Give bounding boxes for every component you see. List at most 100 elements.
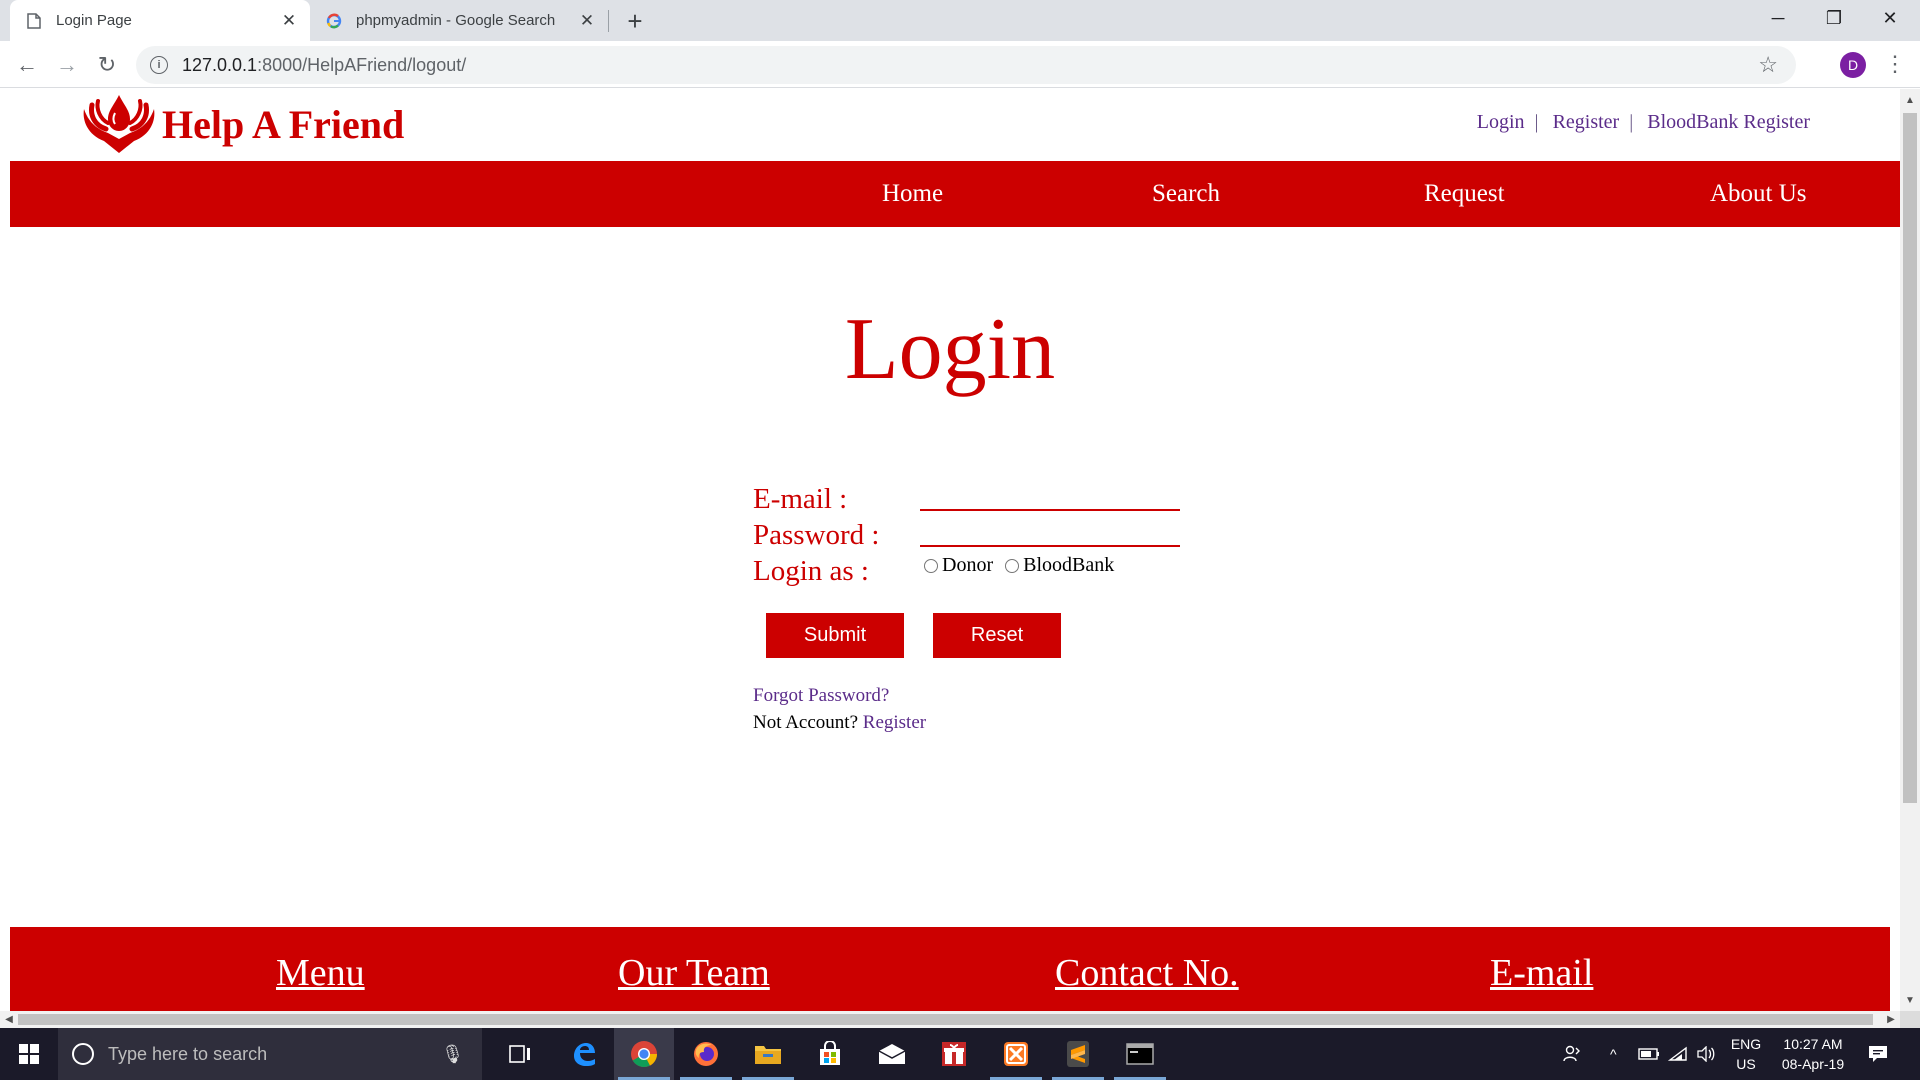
reset-button[interactable]: Reset: [933, 613, 1061, 658]
donor-radio-label: Donor: [942, 554, 994, 576]
scroll-thumb[interactable]: [1903, 113, 1917, 803]
vertical-scrollbar[interactable]: ▲ ▼: [1900, 89, 1920, 1011]
battery-icon[interactable]: [1638, 1028, 1660, 1080]
scrollbar-corner: [1900, 1011, 1920, 1028]
system-clock[interactable]: 10:27 AM 08-Apr-19: [1768, 1034, 1858, 1074]
tab-title: Login Page: [56, 12, 132, 29]
scroll-thumb[interactable]: [18, 1014, 1873, 1025]
tab-strip: Login Page ✕ phpmyadmin - Google Search …: [0, 0, 1920, 41]
task-view-icon[interactable]: [490, 1028, 550, 1080]
no-account-line: Not Account? Register: [753, 712, 926, 734]
bloodbank-radio[interactable]: [1005, 558, 1020, 573]
top-links: Login | Register | BloodBank Register: [1477, 111, 1810, 134]
footer-menu[interactable]: Menu: [276, 951, 365, 995]
new-tab-icon[interactable]: +: [620, 6, 650, 36]
back-icon[interactable]: ←: [10, 48, 44, 82]
site-footer: Menu Our Team Contact No. E-mail: [10, 927, 1890, 1011]
site-info-icon[interactable]: i: [150, 56, 168, 74]
taskbar-search[interactable]: Type here to search 🎙: [58, 1028, 482, 1080]
blood-drop-hands-icon: [83, 95, 155, 153]
link-separator: |: [1629, 111, 1634, 133]
password-label: Password :: [753, 519, 880, 551]
taskbar-search-placeholder: Type here to search: [108, 1043, 268, 1064]
login-role-group: Donor BloodBank: [924, 554, 1126, 577]
close-window-icon[interactable]: ✕: [1862, 0, 1918, 36]
link-separator: |: [1534, 111, 1539, 133]
email-field[interactable]: [920, 481, 1180, 511]
volume-icon[interactable]: [1696, 1028, 1716, 1080]
email-label: E-mail :: [753, 483, 848, 515]
url-host: 127.0.0.1: [182, 54, 258, 75]
forgot-password-link[interactable]: Forgot Password?: [753, 685, 889, 707]
xampp-icon[interactable]: [986, 1028, 1046, 1080]
file-explorer-icon[interactable]: [738, 1028, 798, 1080]
footer-contact-no[interactable]: Contact No.: [1055, 951, 1239, 995]
minimize-icon[interactable]: ─: [1750, 0, 1806, 36]
forward-icon[interactable]: →: [50, 48, 84, 82]
terminal-icon[interactable]: [1110, 1028, 1170, 1080]
tab-title: phpmyadmin - Google Search: [356, 12, 556, 29]
scroll-right-icon[interactable]: ▶: [1882, 1011, 1900, 1028]
close-tab-icon[interactable]: ✕: [276, 8, 302, 34]
edge-icon[interactable]: [554, 1028, 614, 1080]
page-viewport: Help A Friend Login | Register | BloodBa…: [0, 89, 1900, 1011]
login-as-label: Login as :: [753, 555, 869, 587]
submit-button[interactable]: Submit: [766, 613, 904, 658]
donor-radio[interactable]: [924, 558, 938, 573]
url-path: :8000/HelpAFriend/logout/: [257, 54, 467, 75]
reload-icon[interactable]: ↻: [90, 48, 124, 82]
site-title: Help A Friend: [162, 101, 405, 147]
nav-about-us[interactable]: About Us: [1710, 161, 1807, 227]
mail-icon[interactable]: [862, 1028, 922, 1080]
bloodbank-register-link[interactable]: BloodBank Register: [1647, 111, 1810, 134]
close-tab-icon[interactable]: ✕: [574, 8, 600, 34]
scroll-up-icon[interactable]: ▲: [1900, 91, 1920, 109]
firefox-icon[interactable]: [676, 1028, 736, 1080]
address-bar[interactable]: i 127.0.0.1:8000/HelpAFriend/logout/ ☆: [136, 46, 1796, 84]
register-account-link[interactable]: Register: [863, 712, 926, 733]
tab-separator: [608, 10, 609, 32]
sublime-text-icon[interactable]: [1048, 1028, 1108, 1080]
windows-start-icon[interactable]: [0, 1028, 58, 1080]
microphone-icon[interactable]: 🎙: [441, 1044, 464, 1065]
nav-request[interactable]: Request: [1424, 161, 1505, 227]
show-hidden-icons-icon[interactable]: ^: [1610, 1028, 1617, 1080]
action-center-icon[interactable]: [1868, 1028, 1888, 1080]
login-link[interactable]: Login: [1477, 111, 1525, 134]
bookmark-star-icon[interactable]: ☆: [1758, 52, 1778, 78]
footer-our-team[interactable]: Our Team: [618, 951, 770, 995]
clock-date: 08-Apr-19: [1781, 1056, 1845, 1072]
site-header: Help A Friend Login | Register | BloodBa…: [0, 89, 1900, 161]
input-language[interactable]: ENG US: [1728, 1034, 1764, 1074]
page-title: Login: [844, 301, 1056, 398]
cortana-icon: [72, 1043, 94, 1065]
language-code: ENG: [1730, 1036, 1762, 1052]
register-link[interactable]: Register: [1553, 111, 1620, 134]
footer-email[interactable]: E-mail: [1490, 951, 1593, 995]
scroll-left-icon[interactable]: ◀: [0, 1011, 18, 1028]
people-icon[interactable]: [1562, 1028, 1582, 1080]
site-logo[interactable]: Help A Friend: [78, 91, 404, 157]
main-nav: Home Search Request About Us: [10, 161, 1900, 227]
nav-home[interactable]: Home: [882, 161, 943, 227]
google-icon: [326, 13, 342, 29]
nav-search[interactable]: Search: [1152, 161, 1220, 227]
chrome-icon[interactable]: [614, 1028, 674, 1080]
password-field[interactable]: [920, 517, 1180, 547]
horizontal-scrollbar[interactable]: ◀ ▶: [0, 1011, 1900, 1028]
tab-login-page[interactable]: Login Page ✕: [10, 0, 310, 41]
browser-toolbar: ← → ↻ i 127.0.0.1:8000/HelpAFriend/logou…: [0, 41, 1920, 88]
restore-icon[interactable]: ❐: [1806, 0, 1862, 36]
taskbar: Type here to search 🎙 ^ ENG US 10:27 AM …: [0, 1028, 1920, 1080]
store-icon[interactable]: [800, 1028, 860, 1080]
bloodbank-radio-label: BloodBank: [1023, 554, 1115, 576]
profile-avatar[interactable]: D: [1840, 52, 1866, 78]
browser-menu-icon[interactable]: ⋮: [1880, 49, 1910, 79]
gift-app-icon[interactable]: [924, 1028, 984, 1080]
region-code: US: [1736, 1056, 1756, 1072]
no-account-text: Not Account?: [753, 712, 859, 733]
wifi-icon[interactable]: [1668, 1028, 1688, 1080]
clock-time: 10:27 AM: [1783, 1036, 1843, 1052]
scroll-down-icon[interactable]: ▼: [1900, 991, 1920, 1009]
tab-google-search[interactable]: phpmyadmin - Google Search ✕: [312, 0, 608, 41]
